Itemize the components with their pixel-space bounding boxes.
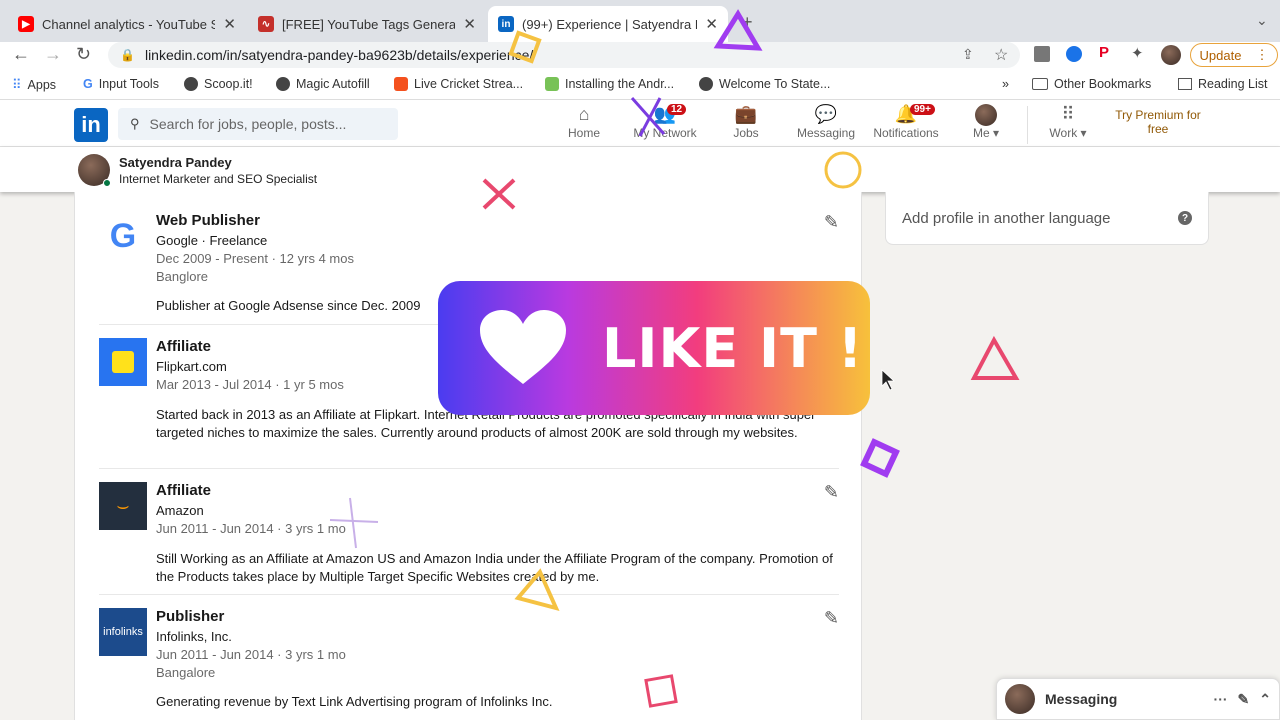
square-shape [860,438,900,478]
square-shape [644,674,678,708]
cross-shape [329,519,379,523]
cross-shape [630,97,666,135]
circle-shape [824,151,862,189]
mouse-cursor-icon [881,369,896,391]
cross-shape [638,97,662,137]
triangle-shape [514,568,560,611]
triangle-shape [970,335,1020,380]
square-shape [508,30,542,64]
cross-shape [349,497,357,549]
triangle-shape [713,9,763,51]
decorative-shapes [329,9,1020,708]
